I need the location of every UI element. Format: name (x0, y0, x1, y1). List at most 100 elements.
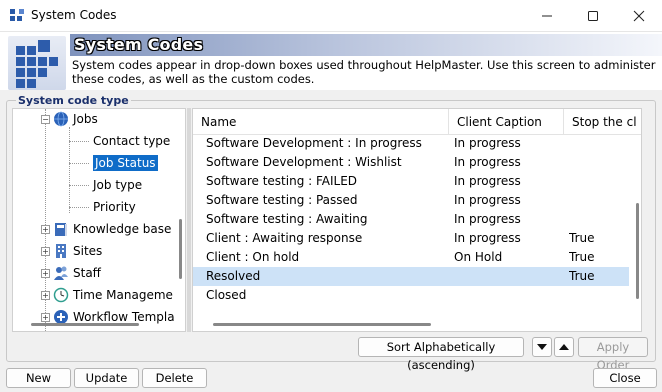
move-up-button[interactable] (554, 337, 574, 357)
tree-item-label: Job Status (93, 155, 158, 171)
collapse-icon[interactable]: − (41, 114, 50, 124)
update-button[interactable]: Update (74, 368, 139, 388)
expand-icon[interactable]: + (41, 312, 50, 322)
cell-client-caption (454, 267, 564, 286)
triangle-down-icon (537, 344, 547, 350)
tree-connector (69, 141, 89, 142)
tree-item-staff[interactable]: + Staff (41, 263, 101, 283)
cell-stop-clock: True (569, 269, 595, 283)
apply-order-button[interactable]: Apply Order (578, 337, 648, 372)
close-window-button[interactable] (616, 0, 662, 32)
app-logo-icon (10, 9, 24, 23)
globe-icon (54, 111, 68, 127)
header-banner: System Codes (70, 34, 662, 56)
cell-stop-clock: True (569, 231, 595, 245)
grid-horizontal-scrollbar[interactable] (213, 323, 431, 326)
cell-client-caption: In progress (454, 136, 521, 150)
sort-alphabetically-button[interactable]: Sort Alphabetically (ascending) (358, 337, 524, 372)
tree-item-label: Jobs (73, 112, 98, 126)
table-row[interactable]: Software testing : Passed In progress (193, 191, 629, 210)
new-button[interactable]: New (6, 368, 71, 388)
code-type-tree[interactable]: − Jobs Contact type Job Status Job type … (12, 108, 186, 332)
clock-icon (53, 287, 69, 303)
page-title: System Codes (74, 35, 204, 54)
tree-item-label: Priority (93, 200, 136, 214)
minimize-button[interactable] (524, 0, 570, 32)
column-header-stop-the-clock[interactable]: Stop the cl (564, 109, 641, 135)
cell-name: Software testing : Passed (206, 193, 358, 207)
table-row[interactable]: Software testing : Awaiting In progress (193, 210, 629, 229)
expand-icon[interactable]: + (41, 290, 50, 300)
cell-stop-clock (569, 191, 629, 210)
table-row[interactable]: Software testing : FAILED In progress (193, 172, 629, 191)
cell-stop-clock (569, 134, 629, 153)
screen-header: System Codes System codes appear in drop… (0, 32, 662, 90)
cell-client-caption: In progress (454, 212, 521, 226)
maximize-icon (588, 11, 598, 21)
tree-item-sites[interactable]: + Sites (41, 241, 102, 261)
pane-splitter[interactable] (187, 108, 191, 332)
cell-name: Software testing : FAILED (206, 174, 358, 188)
cell-name: Software Development : Wishlist (206, 155, 402, 169)
tree-horizontal-scrollbar[interactable] (31, 323, 139, 326)
move-down-button[interactable] (532, 337, 552, 357)
cell-name: Software testing : Awaiting (206, 212, 368, 226)
tree-item-knowledge-base[interactable]: + Knowledge base (41, 219, 171, 239)
triangle-up-icon (559, 344, 569, 350)
cell-client-caption: In progress (454, 155, 521, 169)
tree-item-contact-type[interactable]: Contact type (93, 131, 170, 151)
column-header-name[interactable]: Name (193, 109, 449, 135)
tree-item-label: Sites (73, 244, 103, 258)
cell-client-caption: In progress (454, 174, 521, 188)
system-codes-logo-icon (8, 36, 66, 90)
grid-vertical-scrollbar[interactable] (636, 203, 639, 299)
header-description: System codes appear in drop-down boxes u… (72, 58, 656, 86)
title-bar: System Codes (0, 0, 662, 32)
grid-header: Name Client Caption Stop the cl (193, 109, 641, 135)
tree-vertical-scrollbar[interactable] (179, 219, 182, 279)
tree-item-job-status[interactable]: Job Status (93, 153, 158, 173)
close-button[interactable]: Close (593, 368, 657, 388)
tree-connector (69, 127, 70, 213)
table-row[interactable]: Client : Awaiting response In progress T… (193, 229, 629, 248)
expand-icon[interactable]: + (41, 224, 50, 234)
tree-item-jobs[interactable]: − Jobs (41, 109, 98, 129)
column-header-client-caption[interactable]: Client Caption (449, 109, 564, 135)
codes-grid[interactable]: Name Client Caption Stop the cl Software… (192, 108, 642, 332)
minimize-icon (542, 15, 552, 17)
cell-client-caption: On Hold (454, 250, 503, 264)
delete-button[interactable]: Delete (142, 368, 207, 388)
tree-item-priority[interactable]: Priority (93, 197, 136, 217)
tree-item-label: Job type (93, 178, 143, 192)
tree-item-time-management[interactable]: + Time Manageme (41, 285, 173, 305)
cell-client-caption: In progress (454, 231, 521, 245)
cell-name: Closed (206, 288, 247, 302)
expand-icon[interactable]: + (41, 246, 50, 256)
table-row[interactable]: Software Development : In progress In pr… (193, 134, 629, 153)
window-title: System Codes (31, 8, 117, 22)
tree-item-label: Contact type (93, 134, 171, 148)
tree-item-label: Knowledge base (73, 222, 172, 236)
tree-connector (69, 163, 89, 164)
tree-connector (69, 185, 89, 186)
cell-stop-clock (569, 210, 629, 229)
tree-connector (69, 207, 89, 208)
book-icon (55, 223, 67, 236)
expand-icon[interactable]: + (41, 268, 50, 278)
tree-item-job-type[interactable]: Job type (93, 175, 142, 195)
table-row[interactable]: Closed (193, 286, 629, 305)
cell-client-caption: In progress (454, 193, 521, 207)
cell-name: Client : On hold (206, 250, 300, 264)
cell-stop-clock (569, 172, 629, 191)
table-row[interactable]: Software Development : Wishlist In progr… (193, 153, 629, 172)
tree-item-label: Staff (73, 266, 101, 280)
cell-name: Resolved (206, 269, 261, 283)
cell-name: Client : Awaiting response (206, 231, 363, 245)
tree-item-label: Time Manageme (73, 288, 173, 302)
cell-client-caption (454, 286, 564, 305)
cell-name: Software Development : In progress (206, 136, 422, 150)
maximize-button[interactable] (570, 0, 616, 32)
table-row-selected[interactable]: Resolved True (193, 267, 629, 286)
table-row[interactable]: Client : On hold On Hold True (193, 248, 629, 267)
close-icon (633, 10, 645, 22)
